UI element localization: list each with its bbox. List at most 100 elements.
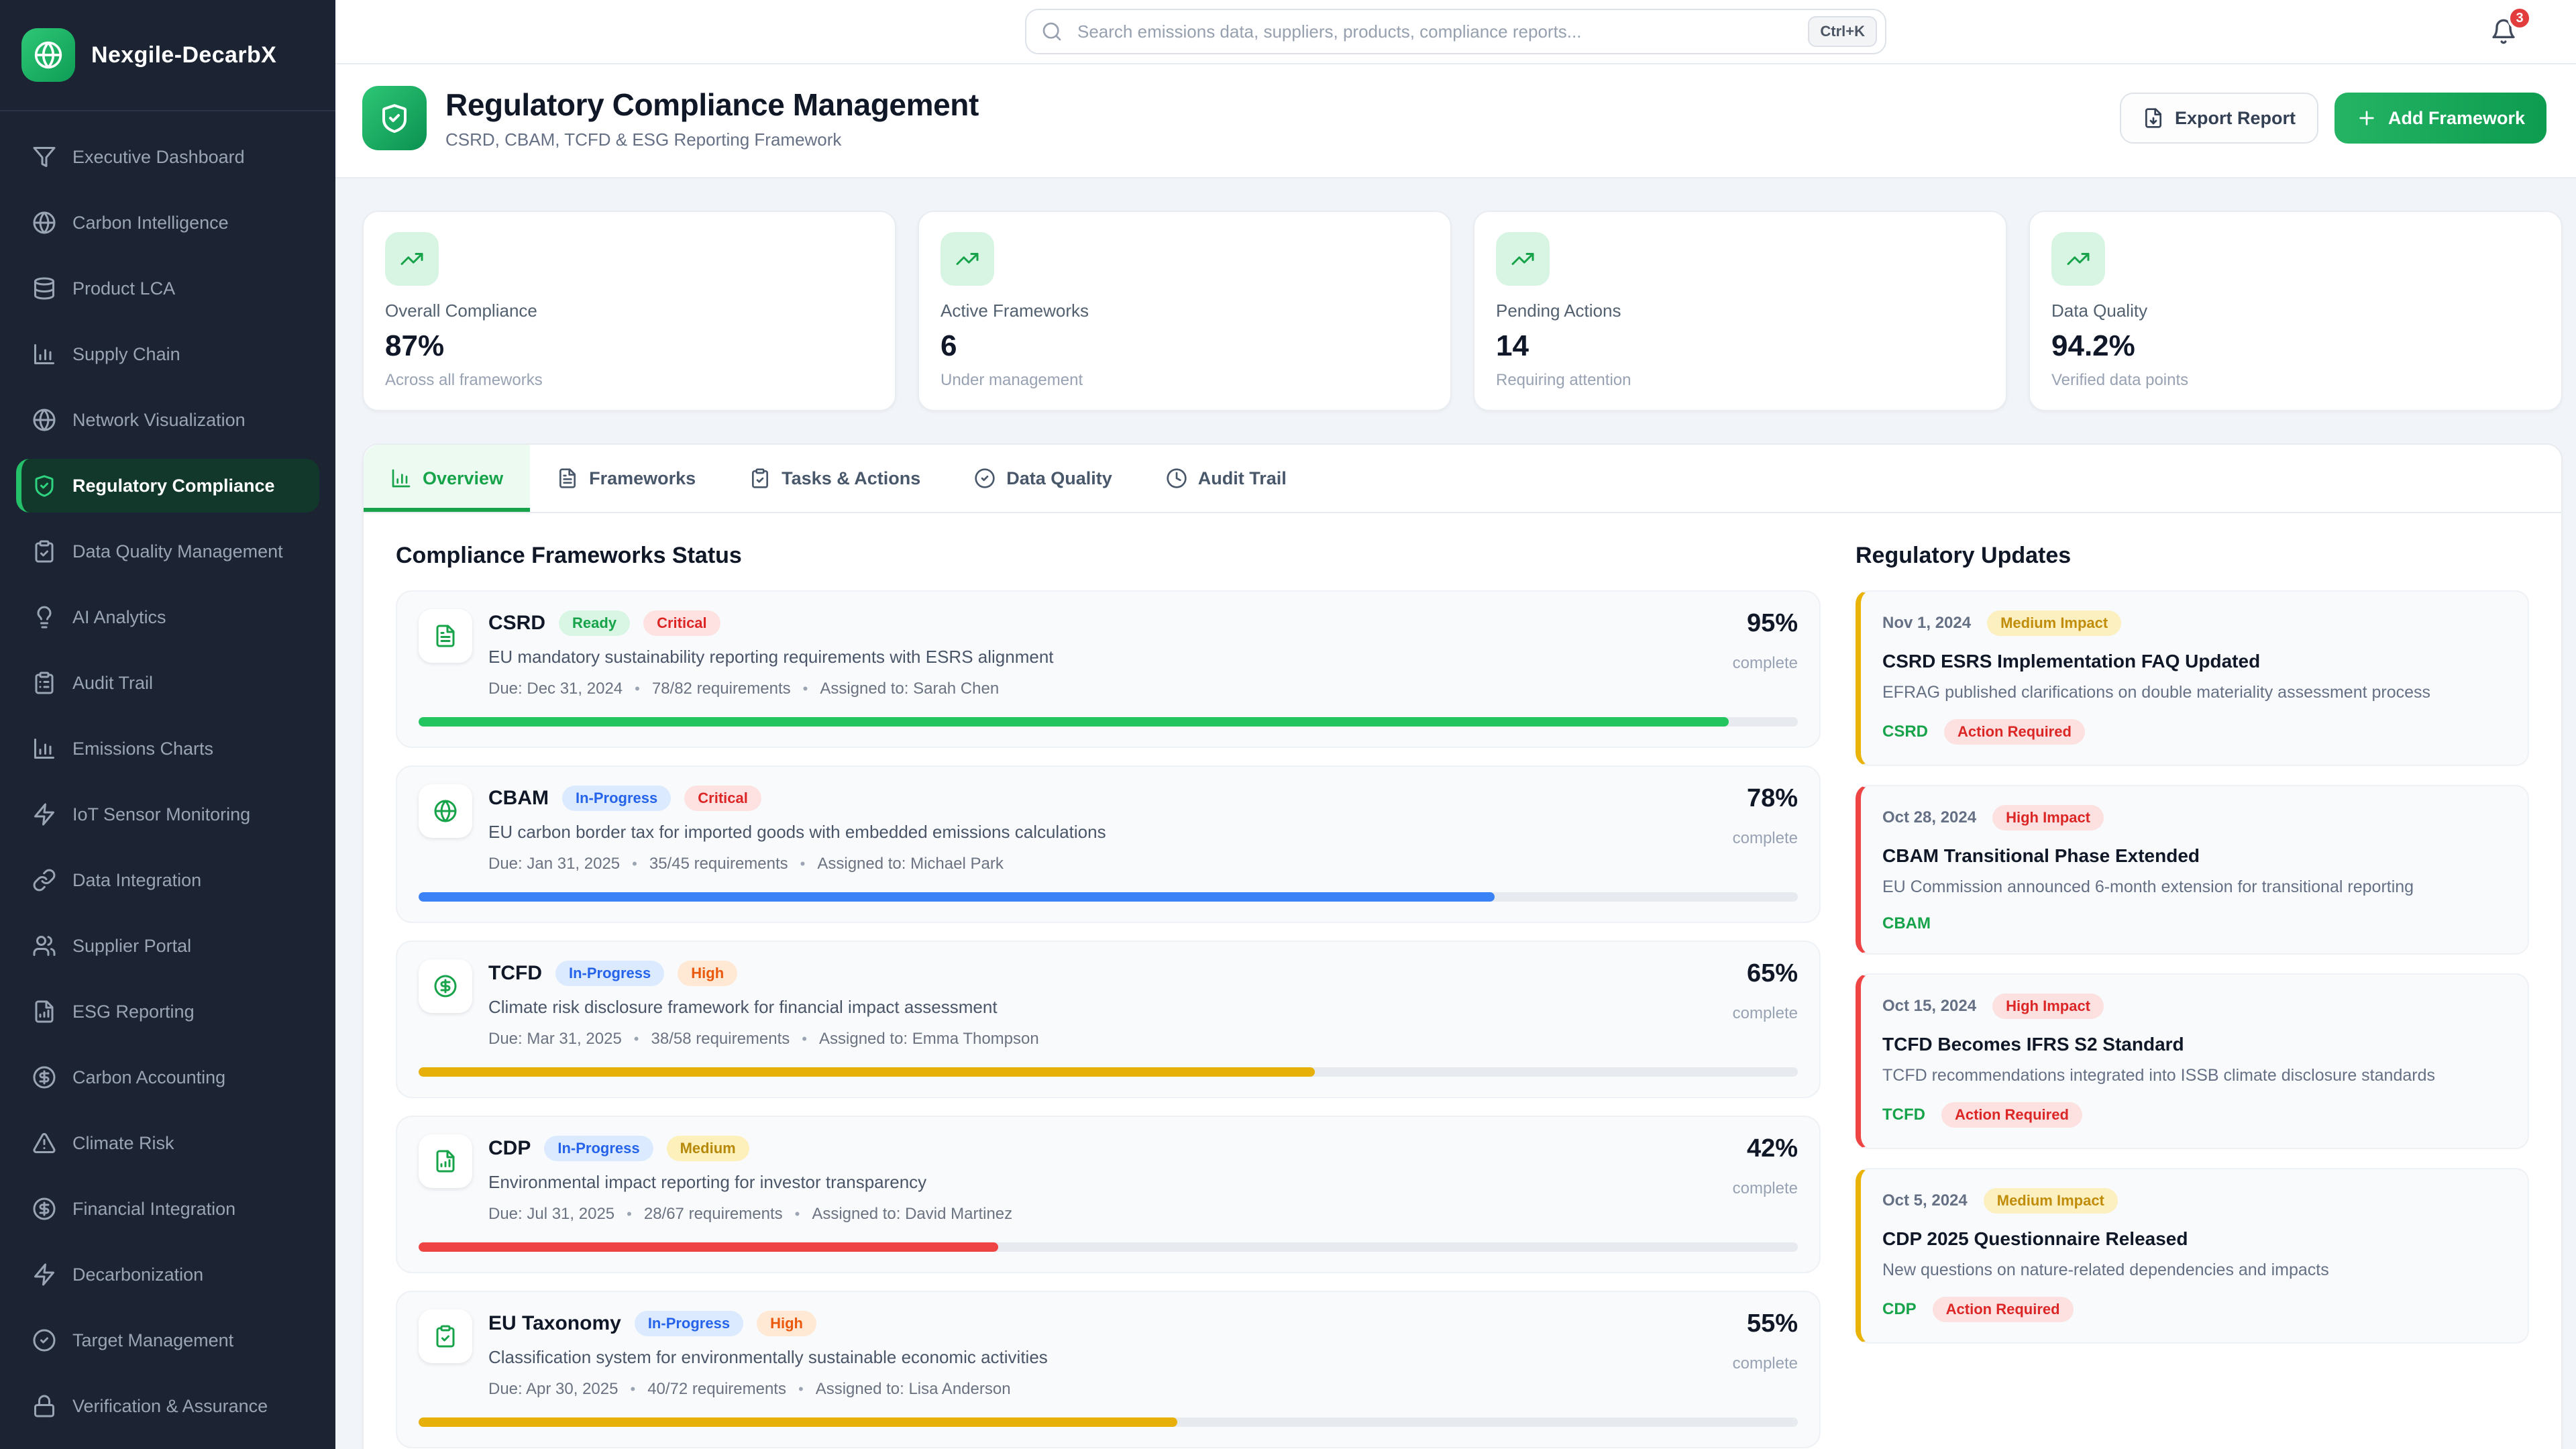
requirements-count: 28/67 requirements [644, 1205, 783, 1224]
sidebar-item-audit-trail[interactable]: Audit Trail [16, 656, 319, 710]
global-search[interactable]: Ctrl+K [1025, 9, 1886, 54]
update-description: TCFD recommendations integrated into ISS… [1882, 1063, 2506, 1087]
search-input[interactable] [1075, 20, 1796, 44]
priority-badge: High [678, 961, 737, 986]
sidebar-item-target-management[interactable]: Target Management [16, 1313, 319, 1367]
requirements-count: 35/45 requirements [649, 855, 788, 873]
dollar-circle-icon [419, 959, 472, 1013]
sidebar-item-carbon-intelligence[interactable]: Carbon Intelligence [16, 196, 319, 250]
sidebar-item-supplier-portal[interactable]: Supplier Portal [16, 919, 319, 973]
filter-icon [32, 145, 56, 169]
framework-name: CDP [488, 1137, 531, 1160]
search-icon [1041, 21, 1063, 42]
sidebar-item-carbon-accounting[interactable]: Carbon Accounting [16, 1051, 319, 1104]
sidebar-item-supply-chain[interactable]: Supply Chain [16, 327, 319, 381]
tab-overview[interactable]: Overview [364, 445, 530, 512]
framework-card-tcfd[interactable]: TCFDIn-ProgressHighClimate risk disclosu… [396, 941, 1821, 1098]
complete-label: complete [1733, 654, 1798, 673]
sidebar-item-executive-dashboard[interactable]: Executive Dashboard [16, 130, 319, 184]
completion-percent: 55% [1747, 1309, 1798, 1338]
add-framework-button[interactable]: Add Framework [2334, 93, 2546, 144]
due-date: Due: Apr 30, 2025 [488, 1380, 618, 1399]
complete-label: complete [1733, 829, 1798, 848]
framework-name: CSRD [488, 612, 545, 635]
sidebar-item-label: Verification & Assurance [72, 1396, 268, 1417]
sidebar-item-data-quality-management[interactable]: Data Quality Management [16, 525, 319, 578]
updates-list: Nov 1, 2024Medium ImpactCSRD ESRS Implem… [1856, 590, 2529, 1344]
tab-audit-trail[interactable]: Audit Trail [1139, 445, 1313, 512]
update-card-cbam-transitional-phase-extended[interactable]: Oct 28, 2024High ImpactCBAM Transitional… [1856, 785, 2529, 954]
progress-fill [419, 717, 1729, 727]
sidebar-item-label: Data Quality Management [72, 541, 283, 562]
globe-icon [419, 784, 472, 838]
framework-name: EU Taxonomy [488, 1312, 621, 1335]
update-card-cdp-2025-questionnaire-released[interactable]: Oct 5, 2024Medium ImpactCDP 2025 Questio… [1856, 1168, 2529, 1344]
progress-fill [419, 892, 1495, 902]
framework-card-eu-taxonomy[interactable]: EU TaxonomyIn-ProgressHighClassification… [396, 1291, 1821, 1448]
sidebar-item-label: Target Management [72, 1330, 233, 1351]
stat-subtext: Across all frameworks [385, 371, 873, 390]
progress-track [419, 1417, 1798, 1427]
brand-name: Nexgile-DecarbX [91, 42, 276, 68]
update-card-csrd-esrs-implementation-faq-updated[interactable]: Nov 1, 2024Medium ImpactCSRD ESRS Implem… [1856, 590, 2529, 766]
sidebar-item-data-integration[interactable]: Data Integration [16, 853, 319, 907]
file-chart-icon [419, 1134, 472, 1188]
page-title: Regulatory Compliance Management [445, 87, 979, 123]
sidebar-item-network-visualization[interactable]: Network Visualization [16, 393, 319, 447]
sidebar-item-label: Supplier Portal [72, 936, 191, 957]
progress-track [419, 717, 1798, 727]
sidebar-item-label: Climate Risk [72, 1133, 174, 1154]
framework-card-csrd[interactable]: CSRDReadyCriticalEU mandatory sustainabi… [396, 590, 1821, 748]
update-title: CBAM Transitional Phase Extended [1882, 845, 2506, 867]
main-area: Ctrl+K 3 Regulatory Compliance Managemen… [335, 0, 2576, 1449]
sidebar-item-label: Supply Chain [72, 344, 180, 365]
bar-chart-icon [32, 342, 56, 366]
complete-label: complete [1733, 1354, 1798, 1373]
alert-triangle-icon [32, 1131, 56, 1155]
stats-row: Overall Compliance87%Across all framewor… [362, 211, 2563, 411]
assignee: Assigned to: Emma Thompson [819, 1030, 1039, 1049]
sidebar-item-label: Regulatory Compliance [72, 476, 275, 496]
sidebar-item-emissions-charts[interactable]: Emissions Charts [16, 722, 319, 775]
export-report-button[interactable]: Export Report [2120, 93, 2318, 144]
sidebar-item-label: Audit Trail [72, 673, 153, 694]
sidebar-item-label: Data Integration [72, 870, 201, 891]
file-text-icon [557, 468, 578, 489]
completion-percent: 95% [1747, 609, 1798, 638]
notifications-button[interactable]: 3 [2490, 18, 2517, 45]
tab-tasks-actions[interactable]: Tasks & Actions [722, 445, 947, 512]
completion-percent: 42% [1747, 1134, 1798, 1163]
sidebar-item-decarbonization[interactable]: Decarbonization [16, 1248, 319, 1301]
update-card-tcfd-becomes-ifrs-s2-standard[interactable]: Oct 15, 2024High ImpactTCFD Becomes IFRS… [1856, 973, 2529, 1149]
due-date: Due: Jan 31, 2025 [488, 855, 620, 873]
globe-icon [32, 408, 56, 432]
priority-badge: Critical [684, 786, 761, 811]
priority-badge: Medium [667, 1136, 749, 1161]
sidebar-item-ai-analytics[interactable]: AI Analytics [16, 590, 319, 644]
framework-card-cdp[interactable]: CDPIn-ProgressMediumEnvironmental impact… [396, 1116, 1821, 1273]
update-description: EFRAG published clarifications on double… [1882, 680, 2506, 704]
check-circle-icon [974, 468, 996, 489]
sidebar-item-iot-sensor-monitoring[interactable]: IoT Sensor Monitoring [16, 788, 319, 841]
sidebar-item-esg-reporting[interactable]: ESG Reporting [16, 985, 319, 1038]
sidebar-item-regulatory-compliance[interactable]: Regulatory Compliance [16, 459, 319, 513]
sidebar-item-financial-integration[interactable]: Financial Integration [16, 1182, 319, 1236]
page-content: Overall Compliance87%Across all framewor… [335, 178, 2576, 1449]
frameworks-column: Compliance Frameworks Status CSRDReadyCr… [396, 543, 1821, 1419]
framework-card-cbam[interactable]: CBAMIn-ProgressCriticalEU carbon border … [396, 765, 1821, 923]
action-required-badge: Action Required [1941, 1102, 2082, 1128]
requirements-count: 40/72 requirements [647, 1380, 786, 1399]
tab-data-quality[interactable]: Data Quality [947, 445, 1139, 512]
sidebar-item-verification-assurance[interactable]: Verification & Assurance [16, 1379, 319, 1433]
sidebar-item-climate-risk[interactable]: Climate Risk [16, 1116, 319, 1170]
plus-icon [2356, 107, 2377, 129]
sidebar-item-label: Carbon Intelligence [72, 213, 229, 233]
sidebar-item-product-lca[interactable]: Product LCA [16, 262, 319, 315]
priority-badge: Critical [643, 610, 720, 636]
tab-frameworks[interactable]: Frameworks [530, 445, 722, 512]
shortcut-badge: Ctrl+K [1808, 16, 1877, 47]
updates-column: Regulatory Updates Nov 1, 2024Medium Imp… [1856, 543, 2529, 1419]
clipboard-check-icon [749, 468, 771, 489]
bar-chart-icon [32, 737, 56, 761]
assignee: Assigned to: David Martinez [812, 1205, 1012, 1224]
